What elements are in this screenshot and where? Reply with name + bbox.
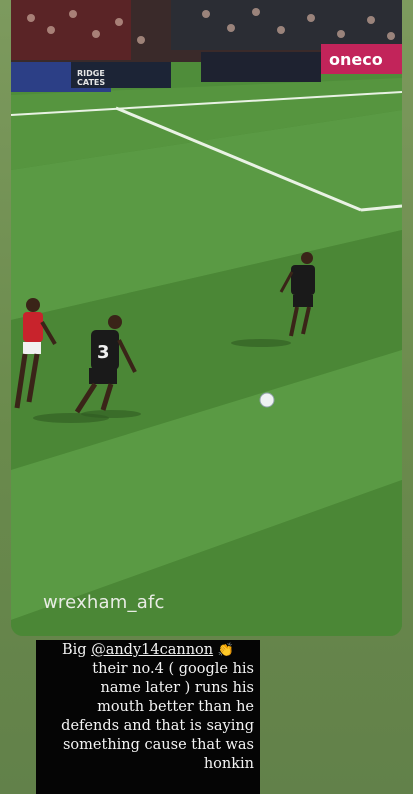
caption-line-4: mouth better than he (97, 699, 254, 715)
caption-prefix: Big (62, 642, 92, 658)
mention-link[interactable]: @andy14cannon (91, 642, 213, 658)
caption-line-5: defends and that is saying (61, 718, 254, 734)
clapping-hands-icon: 👏 (217, 643, 234, 658)
caption-line-7: honkin (203, 756, 254, 772)
match-scene: RIDGE CATES oneco 3 (11, 0, 402, 636)
football (259, 392, 275, 408)
story-caption: Big @andy14cannon 👏 their no.4 ( google … (36, 640, 260, 794)
account-watermark: wrexham_afc (43, 592, 165, 613)
caption-line-6: something cause that was (62, 737, 254, 753)
caption-line-3: name later ) runs his (100, 680, 255, 696)
shirt-number: 3 (97, 342, 110, 363)
caption-line-1: Big @andy14cannon 👏 (42, 641, 254, 660)
hoarding-ridge: RIDGE (77, 69, 105, 78)
hoarding-centre (201, 52, 321, 82)
hoarding-oneco: oneco (329, 50, 383, 69)
hoarding-cates: CATES (77, 78, 105, 87)
caption-line-2: their no.4 ( google his (92, 661, 254, 677)
story-media-frame[interactable]: RIDGE CATES oneco 3 wrexham_afc (11, 0, 402, 636)
